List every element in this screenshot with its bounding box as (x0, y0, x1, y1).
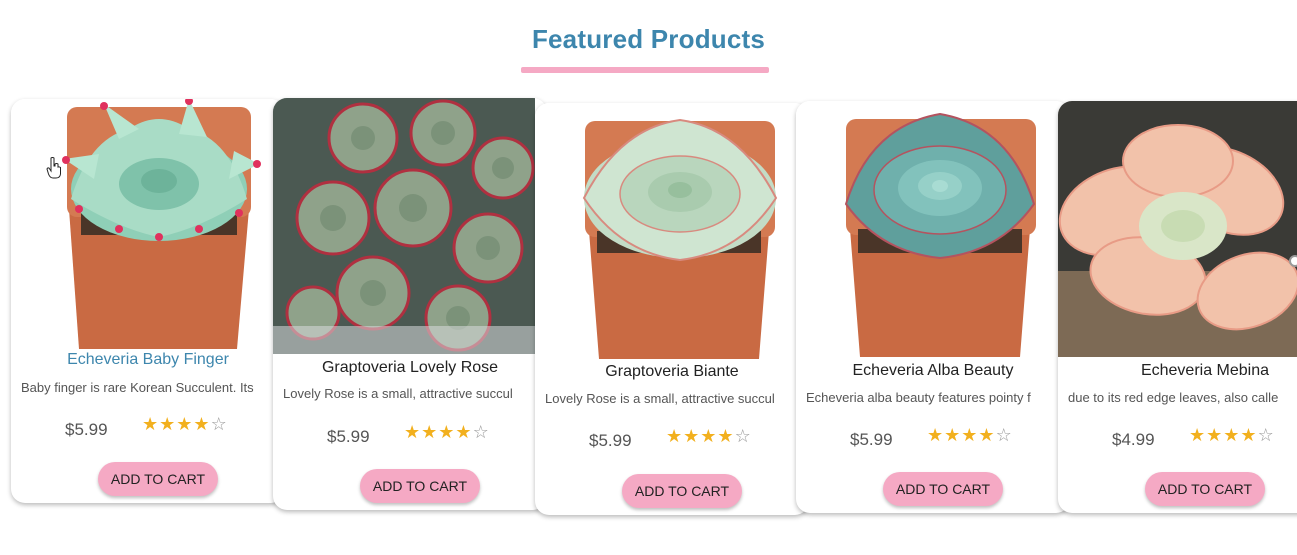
star-empty-icon: ☆ (1257, 425, 1275, 445)
section-title: Featured Products (531, 24, 766, 54)
product-name[interactable]: Echeveria Mebina (1058, 362, 1297, 380)
rating-stars: ★★★★☆ (142, 414, 228, 435)
succulent-pot-image (62, 99, 261, 349)
star-filled-icon: ★ (700, 426, 718, 446)
product-card[interactable]: Graptoveria Biante Lovely Rose is a smal… (535, 103, 809, 515)
star-empty-icon: ☆ (995, 425, 1013, 445)
star-filled-icon: ★ (159, 414, 177, 434)
star-empty-icon: ☆ (472, 422, 490, 442)
star-filled-icon: ★ (404, 422, 422, 442)
title-underline (521, 67, 769, 73)
product-image[interactable] (796, 101, 1058, 357)
add-to-cart-button[interactable]: ADD TO CART (360, 469, 480, 503)
star-filled-icon: ★ (193, 414, 211, 434)
add-to-cart-button[interactable]: ADD TO CART (1145, 472, 1265, 506)
star-filled-icon: ★ (455, 422, 473, 442)
star-filled-icon: ★ (944, 425, 962, 445)
rating-stars: ★★★★☆ (1189, 425, 1275, 446)
add-to-cart-button[interactable]: ADD TO CART (883, 472, 1003, 506)
succulent-closeup-image (1058, 101, 1297, 357)
star-filled-icon: ★ (1240, 425, 1258, 445)
star-filled-icon: ★ (176, 414, 194, 434)
product-name[interactable]: Echeveria Alba Beauty (796, 362, 1070, 380)
product-image[interactable] (11, 99, 273, 349)
star-filled-icon: ★ (927, 425, 945, 445)
product-image[interactable] (535, 103, 797, 359)
product-description: Lovely Rose is a small, attractive succu… (545, 391, 775, 406)
star-filled-icon: ★ (1189, 425, 1207, 445)
product-price: $4.99 (1112, 430, 1155, 449)
product-description: Lovely Rose is a small, attractive succu… (283, 386, 513, 401)
product-price: $5.99 (589, 431, 632, 450)
star-filled-icon: ★ (683, 426, 701, 446)
star-filled-icon: ★ (666, 426, 684, 446)
add-to-cart-button[interactable]: ADD TO CART (622, 474, 742, 508)
product-image[interactable] (1058, 101, 1297, 357)
star-filled-icon: ★ (421, 422, 439, 442)
product-description: due to its red edge leaves, also calle (1068, 390, 1279, 405)
section-header: Featured Products (0, 24, 1297, 55)
star-filled-icon: ★ (142, 414, 160, 434)
star-filled-icon: ★ (1206, 425, 1224, 445)
star-filled-icon: ★ (961, 425, 979, 445)
product-image[interactable] (273, 98, 535, 354)
product-name[interactable]: Echeveria Baby Finger (11, 351, 285, 369)
rating-stars: ★★★★☆ (666, 426, 752, 447)
succulent-pot-image (844, 112, 1036, 357)
carousel-dot-icon[interactable] (1289, 255, 1297, 267)
star-empty-icon: ☆ (210, 414, 228, 434)
star-filled-icon: ★ (1223, 425, 1241, 445)
product-name[interactable]: Graptoveria Lovely Rose (273, 359, 547, 377)
hand-cursor-icon (46, 157, 61, 179)
product-description: Echeveria alba beauty features pointy f (806, 390, 1031, 405)
star-filled-icon: ★ (717, 426, 735, 446)
product-card[interactable]: Graptoveria Lovely Rose Lovely Rose is a… (273, 98, 547, 510)
rating-stars: ★★★★☆ (927, 425, 1013, 446)
star-empty-icon: ☆ (734, 426, 752, 446)
product-card[interactable]: Echeveria Mebina due to its red edge lea… (1058, 101, 1297, 513)
star-filled-icon: ★ (978, 425, 996, 445)
star-filled-icon: ★ (438, 422, 456, 442)
succulent-cluster-image (273, 98, 535, 354)
product-description: Baby finger is rare Korean Succulent. It… (21, 380, 254, 395)
featured-products-section: Featured Products Echeveria Baby Finger … (0, 0, 1297, 555)
product-price: $5.99 (327, 427, 370, 446)
product-price: $5.99 (850, 430, 893, 449)
product-price: $5.99 (65, 420, 108, 439)
add-to-cart-button[interactable]: ADD TO CART (98, 462, 218, 496)
product-card[interactable]: Echeveria Alba Beauty Echeveria alba bea… (796, 101, 1070, 513)
product-name[interactable]: Graptoveria Biante (535, 363, 809, 381)
rating-stars: ★★★★☆ (404, 422, 490, 443)
succulent-pot-image (582, 118, 778, 359)
